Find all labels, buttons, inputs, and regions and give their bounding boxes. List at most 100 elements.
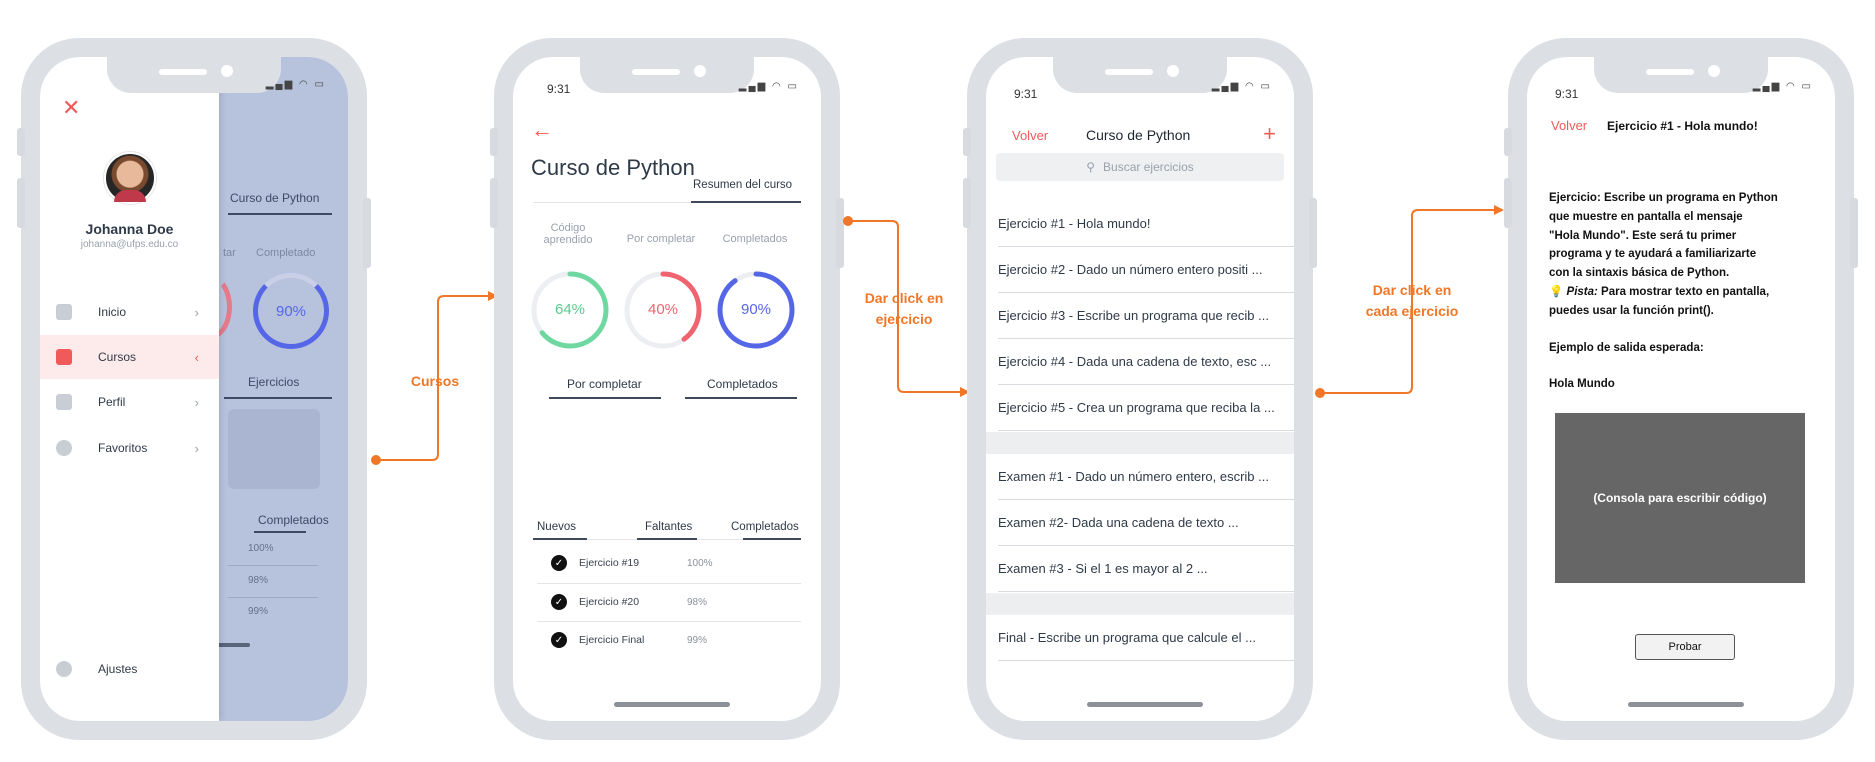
divider [228, 565, 318, 566]
exam-item[interactable]: Examen #2- Dada una cadena de texto ... [998, 500, 1294, 546]
side-button [490, 178, 498, 228]
tab-missing[interactable]: Faltantes [645, 521, 692, 533]
side-button [490, 128, 498, 156]
exercise-name: Ejercicio Final [579, 634, 645, 646]
exercise-percent: 100% [687, 557, 713, 569]
back-arrow-icon[interactable]: ← [531, 117, 553, 143]
tab-course-summary[interactable]: Resumen del curso [693, 179, 792, 191]
exercise-item[interactable]: Ejercicio #4 - Dada una cadena de texto,… [998, 339, 1294, 385]
user-email: johanna@ufps.edu.co [80, 239, 179, 250]
flow-label-cursos: Cursos [410, 373, 460, 389]
status-icons: ▂▄▆ ◠ ▭ [265, 79, 326, 90]
search-input[interactable]: ⚲ Buscar ejercicios [996, 153, 1284, 181]
status-time: 9:31 [547, 82, 571, 96]
tab-completed: Completados [258, 513, 329, 527]
hint-text: Para mostrar texto en pantalla, [1597, 285, 1770, 298]
home-icon [56, 304, 72, 320]
code-console[interactable]: (Consola para escribir código) [1555, 413, 1805, 583]
tab-underline [228, 213, 332, 215]
tab-underline [691, 201, 801, 203]
stat-label: Completado [256, 247, 316, 259]
search-icon: ⚲ [1086, 160, 1096, 174]
settings-item[interactable]: Ajustes [56, 661, 137, 677]
search-placeholder: Buscar ejercicios [1103, 160, 1194, 174]
status-time: 9:31 [1555, 87, 1579, 101]
row-percent: 99% [248, 606, 269, 617]
row-percent: 98% [248, 575, 269, 586]
back-button[interactable]: Volver [1012, 128, 1048, 143]
card-placeholder [228, 409, 320, 489]
menu-item-favoritos[interactable]: Favoritos › [40, 426, 219, 470]
list-item[interactable]: ✓ Ejercicio #19 100% [537, 544, 777, 582]
example-label: Ejemplo de salida esperada: [1549, 341, 1704, 354]
exercise-item[interactable]: Ejercicio #2 - Dado un número entero pos… [998, 247, 1294, 293]
tab-underline [743, 538, 801, 540]
exercise-item[interactable]: Ejercicio #1 - Hola mundo! [998, 201, 1294, 247]
description-line: con la sintaxis básica de Python. [1549, 267, 1730, 280]
chevron-right-icon: › [194, 440, 199, 456]
add-icon[interactable]: + [1263, 121, 1276, 147]
check-icon: ✓ [551, 555, 567, 571]
side-button [363, 198, 371, 268]
row-percent: 100% [248, 543, 274, 554]
check-icon: ✓ [551, 594, 567, 610]
tab-new[interactable]: Nuevos [537, 521, 576, 533]
progress-value-pending: 40% [647, 301, 679, 318]
side-button [17, 128, 25, 156]
stat-label-pending: Por completar [626, 233, 696, 245]
home-indicator [614, 702, 730, 707]
screen: 9:31 ▂▄▆ ◠ ▭ ← Curso de Python Resumen d… [513, 57, 821, 721]
tab-underline [549, 397, 661, 399]
side-button [1504, 128, 1512, 156]
tab-course: Curso de Python [230, 191, 320, 205]
side-button [1504, 178, 1512, 228]
status-icons: ▂▄▆ ◠ ▭ [1752, 81, 1813, 92]
close-icon[interactable]: ✕ [62, 95, 80, 121]
phone-menu: Curso de Python tar Completado 90% Ejerc… [17, 38, 371, 740]
notch [1594, 57, 1768, 93]
menu-item-cursos[interactable]: Cursos ‹ [40, 335, 219, 379]
side-button [963, 128, 971, 156]
exercise-item[interactable]: Ejercicio #3 - Escribe un programa que r… [998, 293, 1294, 339]
side-drawer: ✕ Johanna Doe johanna@ufps.edu.co Inicio… [40, 57, 219, 721]
final-exam-item[interactable]: Final - Escribe un programa que calcule … [998, 615, 1294, 661]
menu-item-inicio[interactable]: Inicio › [40, 290, 219, 334]
lightbulb-icon: 💡 [1549, 285, 1564, 298]
notch [1053, 57, 1227, 93]
avatar [104, 152, 156, 204]
check-icon: ✓ [551, 632, 567, 648]
stat-label-completed: Completados [722, 233, 788, 245]
status-icons: ▂▄▆ ◠ ▭ [1211, 81, 1272, 92]
exam-item[interactable]: Examen #1 - Dado un número entero, escri… [998, 454, 1294, 500]
side-button [963, 178, 971, 228]
tab-exercises: Ejercicios [248, 375, 300, 389]
exercise-item[interactable]: Ejercicio #5 - Crea un programa que reci… [998, 385, 1294, 431]
exercise-name: Ejercicio #19 [579, 557, 640, 569]
tab-completed-list[interactable]: Completados [731, 521, 799, 533]
page-title: Curso de Python [1086, 127, 1191, 143]
exercise-percent: 99% [687, 634, 708, 646]
exam-item[interactable]: Examen #3 - Si el 1 es mayor al 2 ... [998, 546, 1294, 592]
notch [107, 57, 281, 93]
back-button[interactable]: Volver [1551, 118, 1587, 133]
tab-pending[interactable]: Por completar [567, 377, 642, 391]
menu-item-label: Inicio [98, 305, 127, 319]
chevron-right-icon: › [194, 304, 199, 320]
phone-course-summary: 9:31 ▂▄▆ ◠ ▭ ← Curso de Python Resumen d… [490, 38, 844, 740]
run-button[interactable]: Probar [1635, 634, 1735, 660]
description-line: programa y te ayudará a familiarizarte [1549, 248, 1757, 261]
menu-item-label: Favoritos [98, 441, 148, 455]
list-item[interactable]: ✓ Ejercicio Final 99% [537, 621, 777, 659]
example-output: Hola Mundo [1549, 378, 1615, 391]
tab-underline [224, 397, 332, 399]
page-title: Ejercicio #1 - Hola mundo! [1607, 119, 1758, 133]
settings-label: Ajustes [98, 662, 138, 676]
chart-icon [56, 349, 72, 365]
chevron-left-icon: ‹ [194, 349, 199, 365]
heart-icon [56, 440, 72, 456]
home-indicator [1087, 702, 1203, 707]
menu-item-perfil[interactable]: Perfil › [40, 380, 219, 424]
list-item[interactable]: ✓ Ejercicio #20 98% [537, 583, 777, 621]
hint-label: Pista: [1566, 285, 1598, 298]
tab-completed[interactable]: Completados [707, 377, 778, 391]
